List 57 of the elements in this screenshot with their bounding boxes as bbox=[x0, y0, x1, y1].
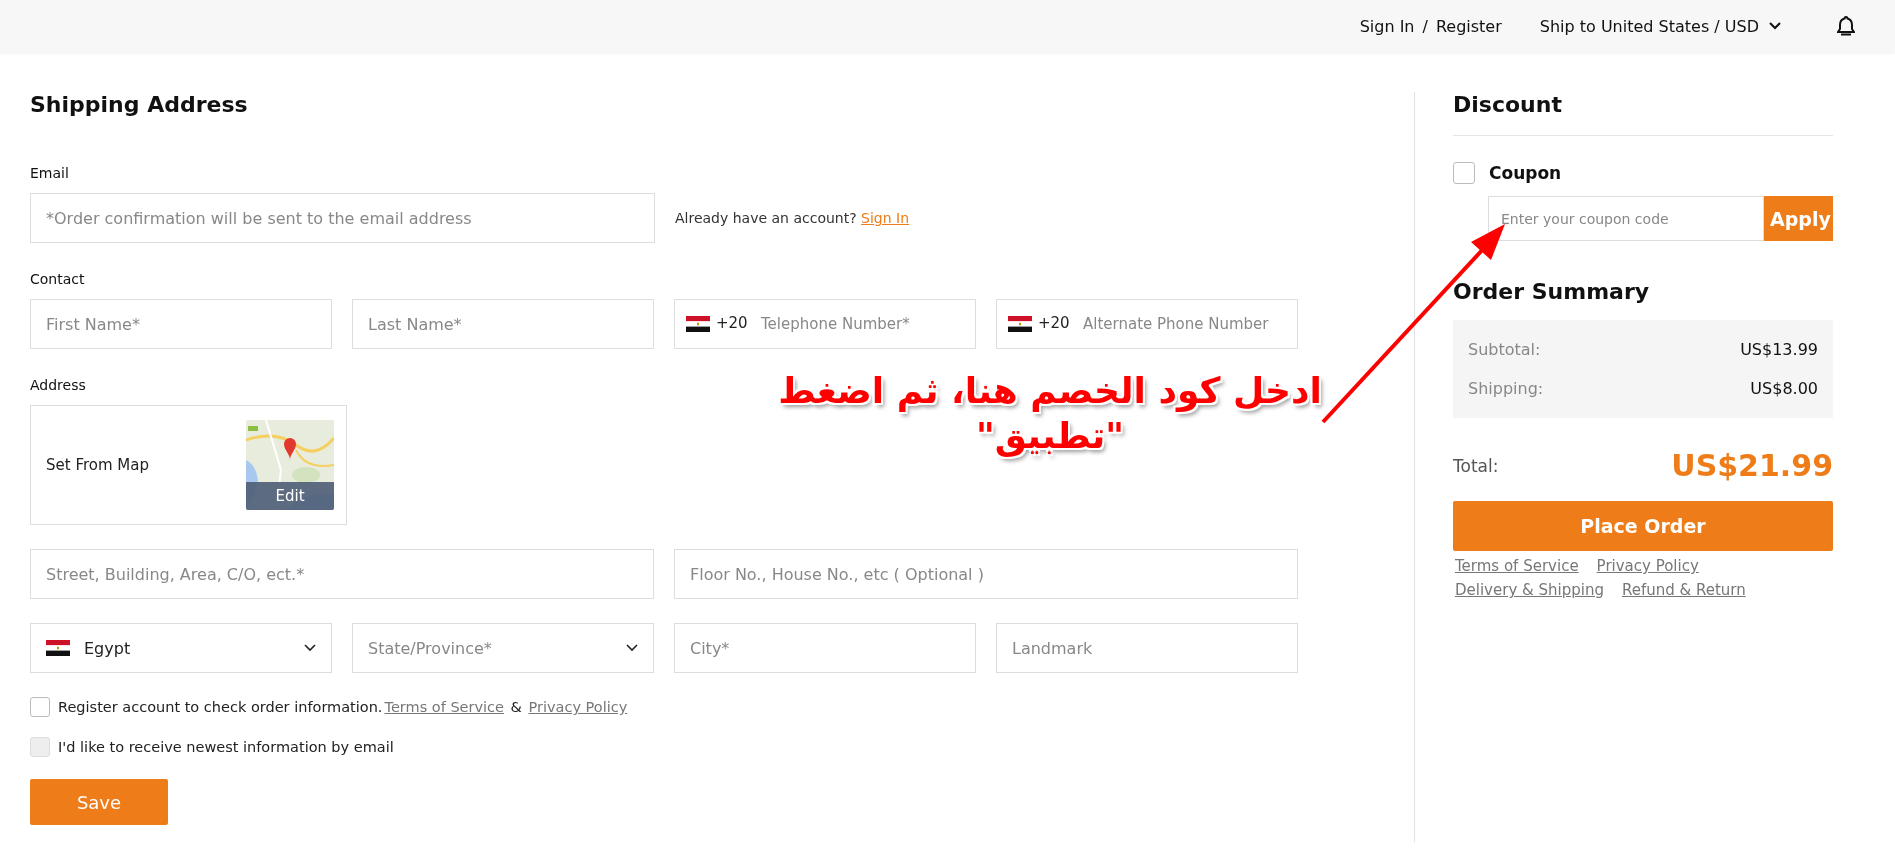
field-label: Contact bbox=[30, 271, 85, 287]
summary-value: US$8.00 bbox=[1750, 379, 1818, 398]
chevron-down-icon bbox=[626, 644, 638, 652]
edit-button[interactable]: Edit bbox=[246, 482, 334, 510]
address-field[interactable]: Street, Building, Area, C/O, ect.* bbox=[30, 549, 654, 599]
flag-icon bbox=[46, 640, 70, 656]
flag-icon bbox=[686, 316, 710, 332]
separator: / bbox=[1422, 16, 1428, 36]
country-value: Egypt bbox=[84, 638, 132, 658]
select-placeholder: State/Province* bbox=[368, 638, 493, 658]
privacy-link[interactable]: Privacy Policy bbox=[528, 699, 628, 715]
account-prompt: Already have an account? Sign In bbox=[675, 210, 910, 226]
field-label: Email bbox=[30, 165, 69, 181]
sign-in-link[interactable]: Sign In bbox=[1359, 16, 1415, 36]
state-select[interactable]: State/Province* bbox=[352, 623, 654, 673]
place-order-button[interactable]: Place Order bbox=[1453, 501, 1833, 551]
country-code: +20 bbox=[716, 314, 748, 332]
footer-link[interactable]: Delivery & Shipping bbox=[1455, 581, 1604, 599]
text-field[interactable]: Landmark bbox=[996, 623, 1298, 673]
footer-link[interactable]: Terms of Service bbox=[1455, 557, 1579, 575]
terms-link[interactable]: Terms of Service bbox=[384, 699, 504, 715]
total-value: US$21.99 bbox=[1671, 448, 1833, 483]
country-code: +20 bbox=[1038, 314, 1070, 332]
bell-icon[interactable] bbox=[1837, 16, 1855, 36]
footer-link[interactable]: Privacy Policy bbox=[1596, 557, 1699, 575]
chevron-down-icon bbox=[304, 644, 316, 652]
summary-label: Subtotal: bbox=[1468, 340, 1541, 359]
map-card[interactable]: Set From Map Edit bbox=[30, 405, 347, 525]
coupon-label: Coupon bbox=[1489, 163, 1562, 183]
email-field[interactable]: *Order confirmation will be sent to the email address bbox=[30, 193, 655, 243]
text-field[interactable]: First Name* bbox=[30, 299, 332, 349]
text-field[interactable]: Last Name* bbox=[352, 299, 654, 349]
text-field[interactable]: City* bbox=[674, 623, 976, 673]
address-field[interactable]: Floor No., House No., etc ( Optional ) bbox=[674, 549, 1298, 599]
section-title: Discount bbox=[1453, 92, 1833, 136]
summary-value: US$13.99 bbox=[1740, 340, 1818, 359]
flag-icon bbox=[1008, 316, 1032, 332]
country-select[interactable]: Egypt bbox=[30, 623, 332, 673]
annotation-text: ادخل كود الخصم هنا، ثم اضغط "تطبيق" bbox=[777, 369, 1323, 458]
chevron-down-icon bbox=[1769, 22, 1781, 30]
section-title: Order Summary bbox=[1453, 279, 1651, 304]
total-label: Total: bbox=[1453, 455, 1499, 476]
footer-link[interactable]: Refund & Return bbox=[1621, 581, 1746, 599]
apply-button[interactable]: Apply bbox=[1764, 196, 1833, 241]
option-text: Register account to check order information.Terms of Service & Privacy Policy bbox=[58, 699, 629, 715]
save-button[interactable]: Save bbox=[30, 779, 168, 825]
section-title: Shipping Address bbox=[30, 92, 249, 117]
field-label: Address bbox=[30, 377, 86, 393]
register-link[interactable]: Register bbox=[1435, 16, 1502, 36]
sign-in-link[interactable]: Sign In bbox=[861, 210, 910, 226]
checkbox[interactable] bbox=[30, 697, 50, 717]
ship-to-dropdown[interactable]: Ship to United States / USD bbox=[1539, 16, 1781, 36]
map-label: Set From Map bbox=[46, 456, 149, 474]
summary-label: Shipping: bbox=[1468, 379, 1544, 398]
coupon-field[interactable]: Enter your coupon code bbox=[1488, 196, 1764, 241]
option-text: I'd like to receive newest information by email bbox=[58, 739, 394, 755]
coupon-checkbox[interactable] bbox=[1453, 162, 1475, 184]
